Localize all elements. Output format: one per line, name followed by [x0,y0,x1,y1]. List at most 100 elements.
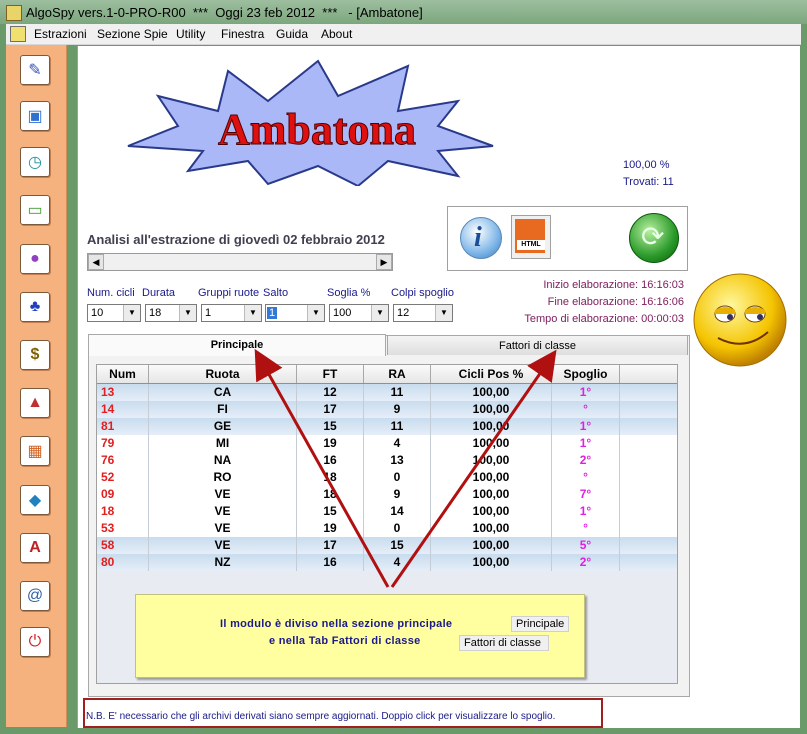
chevron-down-icon: ▼ [307,305,324,321]
found-count: Trovati: 11 [623,176,674,188]
main-panel: Ambatona 100,00 % Trovati: 11 Analisi al… [77,46,800,728]
pyramid-icon[interactable]: ▲ [20,388,50,418]
info-note: Il modulo è diviso nella sezione princip… [135,594,585,678]
letter-a-icon[interactable]: A [20,533,50,563]
dollar-icon[interactable]: $ [20,340,50,370]
table-cell: 14 [97,401,149,418]
table-cell: 1° [552,503,620,520]
table-row[interactable]: 52 RO 18 0 100,00 ° [97,469,677,486]
address-book-icon[interactable]: @ [20,581,50,611]
header-ft[interactable]: FT [297,365,364,383]
table-row[interactable]: 09 VE 18 9 100,00 7° [97,486,677,503]
table-row[interactable]: 58 VE 17 15 100,00 5° [97,537,677,554]
table-cell: 7° [552,486,620,503]
document-icon[interactable] [10,26,26,42]
soglia-select[interactable]: 100 ▼ [329,304,389,322]
menu-estrazioni[interactable]: Estrazioni [34,27,87,41]
table-cell: 81 [97,418,149,435]
scroll-right-icon[interactable]: ▶ [376,254,392,270]
table-cell: 5° [552,537,620,554]
gruppi-ruote-select[interactable]: 1 ▼ [201,304,262,322]
table-cell: 9 [364,486,431,503]
table-cell: 100,00 [431,486,552,503]
table-cell: 58 [97,537,149,554]
table-cell: 19 [297,435,364,452]
elapsed-time: Tempo di elaborazione: 00:00:03 [524,313,684,325]
table-cell: VE [149,537,297,554]
table-cell: CA [149,384,297,401]
info-icon[interactable]: i [460,217,502,259]
battery-icon[interactable]: ▭ [20,195,50,225]
note-fattori-button[interactable]: Fattori di classe [459,635,549,651]
colpi-spoglio-select[interactable]: 12 ▼ [393,304,453,322]
table-cell: 1° [552,384,620,401]
num-cicli-select[interactable]: 10 ▼ [87,304,141,322]
header-ruota[interactable]: Ruota [149,365,297,383]
table-row[interactable]: 76 NA 16 13 100,00 2° [97,452,677,469]
lightbulb-icon[interactable]: ● [20,244,50,274]
lottery-icon[interactable]: ♣ [20,292,50,322]
table-cell: 9 [364,401,431,418]
table-cell: 100,00 [431,537,552,554]
shape-icon[interactable]: ◆ [20,485,50,515]
label-salto: Salto [263,287,289,299]
horizontal-scrollbar[interactable]: ◀ ▶ [87,253,393,271]
header-cicli-pos[interactable]: Cicli Pos % [431,365,552,383]
table-row[interactable]: 80 NZ 16 4 100,00 2° [97,554,677,571]
table-cell: 100,00 [431,384,552,401]
menu-finestra[interactable]: Finestra [221,27,264,41]
menu-guida[interactable]: Guida [276,27,308,41]
table-row[interactable]: 79 MI 19 4 100,00 1° [97,435,677,452]
tab-principale[interactable]: Principale [88,334,386,356]
table-row[interactable]: 18 VE 15 14 100,00 1° [97,503,677,520]
chevron-down-icon: ▼ [435,305,452,321]
note-principale-button[interactable]: Principale [511,616,570,632]
menu-utility[interactable]: Utility [176,27,205,41]
tab-fattori-di-classe[interactable]: Fattori di classe [387,335,688,355]
salto-select[interactable]: 1 ▼ [265,304,325,322]
table-cell: 53 [97,520,149,537]
note-line-2: e nella Tab Fattori di classe [269,635,421,647]
table-cell: 76 [97,452,149,469]
label-colpi-spoglio: Colpi spoglio [391,287,454,299]
chevron-down-icon: ▼ [371,305,388,321]
durata-select[interactable]: 18 ▼ [145,304,197,322]
table-row[interactable]: 13 CA 12 11 100,00 1° [97,384,677,401]
menu-about[interactable]: About [321,27,352,41]
html-file-icon[interactable]: HTML [511,215,551,259]
table-cell: 19 [297,520,364,537]
pencil-icon[interactable]: ✎ [20,55,50,85]
calendar-icon[interactable]: ▦ [20,436,50,466]
table-cell: 11 [364,384,431,401]
clock-icon[interactable]: ◷ [20,147,50,177]
table-cell: ° [552,469,620,486]
table-cell: 80 [97,554,149,571]
menu-sezione-spie[interactable]: Sezione Spie [97,27,168,41]
table-cell: FI [149,401,297,418]
logo-text: Ambatona [218,105,416,154]
table-cell: 52 [97,469,149,486]
table-cell: 17 [297,401,364,418]
table-row[interactable]: 81 GE 15 11 100,00 1° [97,418,677,435]
smiley-icon [693,273,787,367]
table-cell: 1° [552,418,620,435]
power-icon[interactable]: ⏻ [20,627,50,657]
end-time: Fine elaborazione: 16:16:06 [547,296,684,308]
table-cell: 13 [97,384,149,401]
label-soglia: Soglia % [327,287,371,299]
table-cell: 2° [552,452,620,469]
table-row[interactable]: 53 VE 19 0 100,00 ° [97,520,677,537]
table-cell: 4 [364,435,431,452]
note-line-1: Il modulo è diviso nella sezione princip… [220,618,453,630]
header-ra[interactable]: RA [364,365,431,383]
header-spoglio[interactable]: Spoglio [552,365,620,383]
app-window: AlgoSpy vers.1-0-PRO-R00 *** Oggi 23 feb… [0,0,807,734]
refresh-icon[interactable]: ⟳ [629,213,679,263]
table-row[interactable]: 14 FI 17 9 100,00 ° [97,401,677,418]
book-icon[interactable]: ▣ [20,101,50,131]
header-num[interactable]: Num [97,365,149,383]
table-cell: 16 [297,554,364,571]
table-cell: 4 [364,554,431,571]
tool-sidebar: ✎ ▣ ◷ ▭ ● ♣ $ ▲ ▦ ◆ A @ ⏻ [6,45,67,727]
scroll-left-icon[interactable]: ◀ [88,254,104,270]
